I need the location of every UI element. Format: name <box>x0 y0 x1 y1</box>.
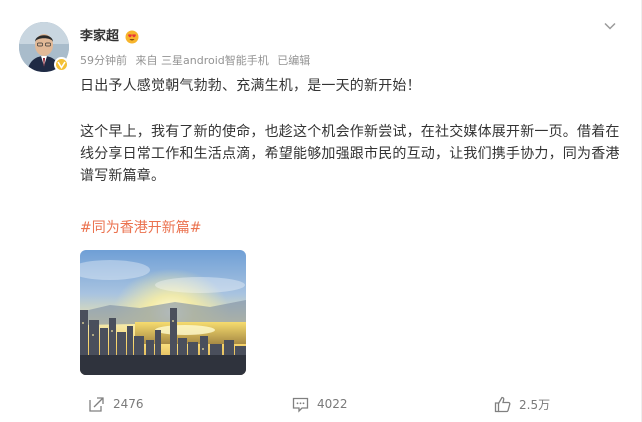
post-image[interactable] <box>80 250 246 375</box>
author-name[interactable]: 李家超 <box>80 28 119 46</box>
comment-button[interactable]: 4022 <box>292 392 348 416</box>
post-paragraph-1: 日出予人感觉朝气勃勃、充满生机，是一天的新开始！ <box>80 78 421 94</box>
post-meta: 59分钟前 来自 三星android智能手机 已编辑 <box>80 54 315 68</box>
like-count: 2.5万 <box>519 397 551 412</box>
post-time[interactable]: 59分钟前 <box>80 54 127 67</box>
thumbs-up-icon <box>494 396 511 412</box>
chevron-down-icon[interactable] <box>602 18 618 34</box>
sunrise-over-hong-kong-harbour-photo <box>80 250 246 375</box>
verified-badge-icon <box>54 57 69 72</box>
share-count: 2476 <box>113 397 144 411</box>
share-icon <box>89 396 104 412</box>
heart-eyes-badge-icon[interactable] <box>125 30 139 44</box>
post-action-bar: 2476 4022 2.5万 <box>0 392 642 416</box>
comment-icon <box>292 397 309 413</box>
weibo-post-card: 李家超 59分钟前 来自 三星android智能手机 已编辑 日出予人感觉朝气勃… <box>0 0 642 422</box>
edited-label[interactable]: 已编辑 <box>277 54 310 67</box>
share-button[interactable]: 2476 <box>88 392 144 416</box>
hashtag-link[interactable]: #同为香港开新篇# <box>80 217 201 239</box>
like-button[interactable]: 2.5万 <box>494 392 550 416</box>
comment-count: 4022 <box>317 397 348 411</box>
post-source: 来自 三星android智能手机 <box>135 54 269 67</box>
post-paragraph-2: 这个早上，我有了新的使命，也趁这个机会作新尝试，在社交媒体展开新一页。借着在线分… <box>80 124 620 184</box>
